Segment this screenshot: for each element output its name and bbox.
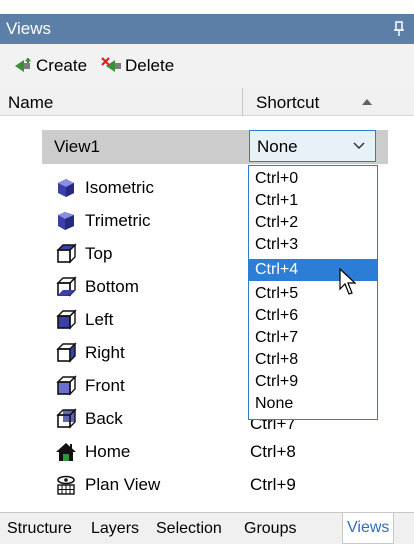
shortcut-dropdown-list: Ctrl+0 Ctrl+1 Ctrl+2 Ctrl+3 Ctrl+4 Ctrl+…	[248, 165, 378, 420]
bottom-view-icon	[56, 276, 77, 297]
item-label: Right	[85, 343, 125, 362]
list-item-left[interactable]: Left	[55, 305, 113, 335]
panel-header: Views	[0, 14, 414, 44]
view-name: View1	[54, 137, 100, 156]
item-shortcut: Ctrl+8	[250, 442, 296, 461]
tab-bar: Structure Layers Selection Groups Views	[0, 512, 414, 544]
create-button[interactable]: Create	[12, 56, 87, 76]
tab-views[interactable]: Views	[342, 513, 395, 544]
plan-view-icon	[57, 475, 75, 495]
home-icon	[56, 443, 76, 461]
delete-label: Delete	[125, 56, 175, 75]
create-label: Create	[36, 56, 88, 75]
tab-selection[interactable]: Selection	[156, 520, 222, 538]
dropdown-option[interactable]: Ctrl+2	[249, 212, 377, 234]
dropdown-option[interactable]: Ctrl+0	[249, 168, 377, 190]
tab-layers[interactable]: Layers	[91, 520, 139, 538]
delete-button[interactable]: Delete	[101, 56, 174, 76]
delete-view-icon	[101, 57, 122, 72]
combobox-value: None	[257, 137, 298, 156]
list-item-back[interactable]: Back	[55, 404, 123, 434]
item-label: Home	[85, 442, 131, 461]
item-label: Isometric	[85, 178, 154, 197]
list-item-home[interactable]: Home	[55, 437, 130, 467]
dropdown-option-highlighted[interactable]: Ctrl+4	[249, 259, 377, 281]
isometric-cube-icon	[58, 179, 74, 197]
column-header: Name Shortcut	[0, 88, 414, 116]
item-shortcut: Ctrl+9	[250, 475, 296, 494]
column-name[interactable]: Name	[8, 93, 53, 113]
list-item-front[interactable]: Front	[55, 371, 125, 401]
item-label: Top	[85, 244, 113, 263]
item-label: Bottom	[85, 277, 139, 296]
list-item-trimetric[interactable]: Trimetric	[55, 206, 150, 236]
pin-icon[interactable]	[392, 21, 406, 37]
column-divider[interactable]	[242, 88, 243, 116]
list-item-bottom[interactable]: Bottom	[55, 272, 139, 302]
back-view-icon	[56, 408, 77, 429]
dropdown-option[interactable]: Ctrl+5	[249, 283, 377, 305]
dropdown-option[interactable]: Ctrl+8	[249, 349, 377, 371]
item-label: Back	[85, 409, 123, 428]
dropdown-option[interactable]: Ctrl+9	[249, 371, 377, 393]
list-item-top[interactable]: Top	[55, 239, 112, 269]
dropdown-option[interactable]: Ctrl+3	[249, 234, 377, 256]
item-label: Front	[85, 376, 125, 395]
front-view-icon	[56, 375, 77, 396]
trimetric-cube-icon	[58, 212, 74, 230]
mouse-pointer-icon	[339, 268, 357, 295]
shortcut-combobox[interactable]: None	[249, 130, 376, 162]
dropdown-option[interactable]: None	[249, 393, 377, 415]
top-view-icon	[56, 243, 77, 264]
dropdown-option[interactable]: Ctrl+1	[249, 190, 377, 212]
item-label: Plan View	[85, 475, 161, 494]
list-item-isometric[interactable]: Isometric	[55, 173, 154, 203]
item-label: Left	[85, 310, 114, 329]
list-item-right[interactable]: Right	[55, 338, 125, 368]
sort-ascending-icon	[362, 99, 372, 105]
tab-structure[interactable]: Structure	[7, 520, 72, 538]
create-view-icon	[15, 58, 31, 72]
list-item-plan-view[interactable]: Plan View	[55, 470, 160, 500]
right-view-icon	[56, 342, 77, 363]
dropdown-option[interactable]: Ctrl+6	[249, 305, 377, 327]
tab-groups[interactable]: Groups	[244, 520, 296, 538]
column-shortcut[interactable]: Shortcut	[256, 93, 319, 113]
left-view-icon	[56, 309, 77, 330]
chevron-down-icon	[353, 142, 365, 150]
item-label: Trimetric	[85, 211, 151, 230]
dropdown-option[interactable]: Ctrl+7	[249, 327, 377, 349]
panel-title: Views	[6, 19, 52, 38]
toolbar: Create Delete	[0, 44, 414, 88]
